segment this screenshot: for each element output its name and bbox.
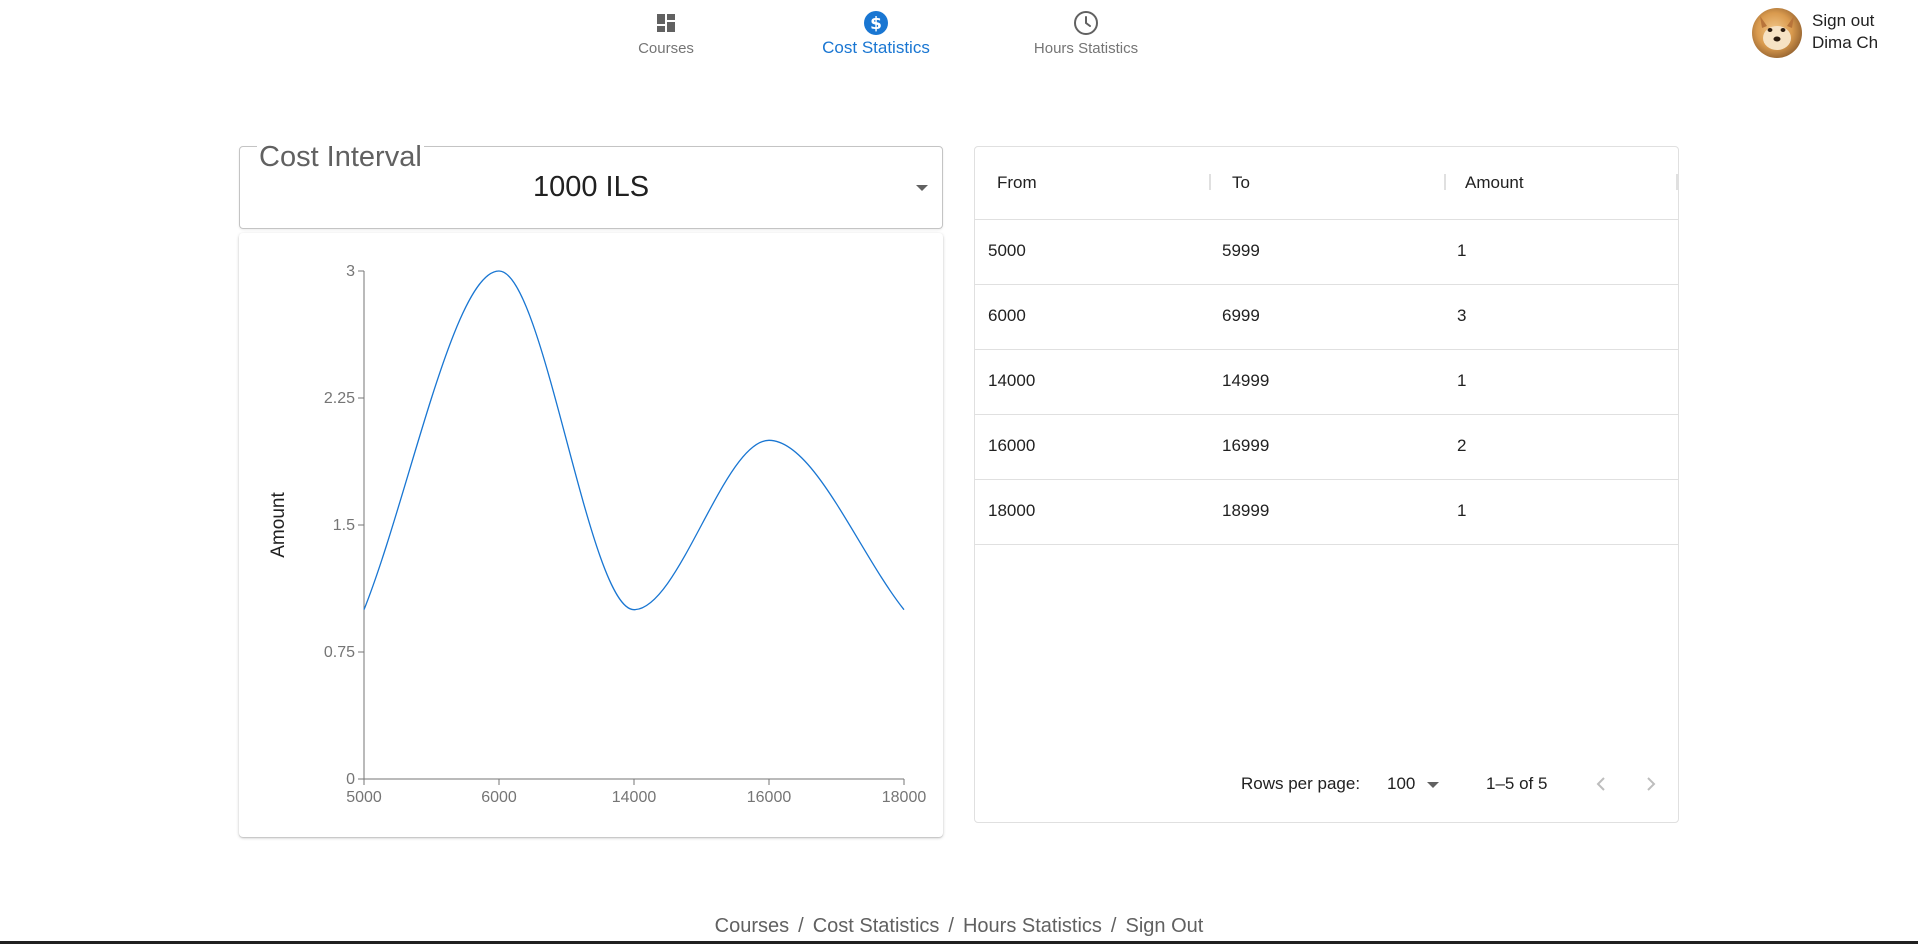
user-name: Dima Ch bbox=[1812, 33, 1879, 52]
breadcrumb-separator: / bbox=[948, 915, 954, 937]
cell-amount: 1 bbox=[1457, 501, 1467, 520]
y-axis-label: Amount bbox=[268, 492, 289, 558]
rows-per-page-select[interactable]: 100 bbox=[1387, 774, 1415, 794]
sign-out-link[interactable]: Sign out bbox=[1812, 10, 1878, 32]
y-tick-label: 0.75 bbox=[324, 644, 355, 661]
column-separator[interactable] bbox=[1209, 174, 1211, 190]
x-tick-label: 5000 bbox=[346, 789, 382, 806]
cell-from: 14000 bbox=[988, 371, 1036, 390]
chevron-left-icon bbox=[1596, 777, 1605, 791]
y-tick-label: 2.25 bbox=[324, 390, 355, 407]
dollar-icon: $ bbox=[863, 10, 889, 36]
breadcrumb-separator: / bbox=[798, 915, 804, 937]
nav-item-label: Courses bbox=[638, 40, 694, 57]
footer-link-hours-statistics[interactable]: Hours Statistics bbox=[963, 915, 1102, 937]
table-header: From To Amount bbox=[975, 147, 1678, 220]
nav-item-hours-statistics[interactable]: Hours Statistics bbox=[1021, 10, 1151, 60]
data-table: From To Amount 5000 5999 1 6000 6999 3 1… bbox=[974, 146, 1679, 823]
cell-to: 5999 bbox=[1222, 241, 1260, 260]
footer-link-courses[interactable]: Courses bbox=[715, 915, 789, 937]
cell-amount: 1 bbox=[1457, 241, 1467, 260]
cell-to: 16999 bbox=[1222, 436, 1270, 455]
x-tick-label: 18000 bbox=[882, 789, 927, 806]
cell-from: 16000 bbox=[988, 436, 1036, 455]
column-separator[interactable] bbox=[1676, 174, 1678, 190]
cell-to: 6999 bbox=[1222, 306, 1260, 325]
cost-interval-label: Cost Interval bbox=[257, 141, 424, 174]
cost-interval-select[interactable]: Cost Interval 1000 ILS bbox=[239, 141, 943, 229]
chevron-down-icon[interactable] bbox=[916, 185, 928, 191]
nav-item-cost-statistics[interactable]: $ Cost Statistics bbox=[811, 10, 941, 60]
cost-interval-value: 1000 ILS bbox=[532, 171, 650, 203]
cell-amount: 2 bbox=[1457, 436, 1467, 455]
y-tick-label: 3 bbox=[346, 263, 355, 280]
table-pagination: Rows per page: 100 1–5 of 5 bbox=[975, 762, 1678, 802]
avatar[interactable] bbox=[1752, 8, 1802, 58]
chevron-right-icon bbox=[1647, 777, 1656, 791]
cell-from: 6000 bbox=[988, 306, 1026, 325]
cell-to: 18999 bbox=[1222, 501, 1270, 520]
nav-item-label: Cost Statistics bbox=[822, 38, 930, 57]
pagination-range: 1–5 of 5 bbox=[1486, 774, 1548, 793]
svg-text:$: $ bbox=[870, 14, 882, 34]
next-page-button[interactable] bbox=[1637, 770, 1665, 798]
table-row[interactable]: 18000 18999 1 bbox=[975, 480, 1678, 545]
chevron-down-icon[interactable] bbox=[1427, 782, 1439, 788]
footer-breadcrumb: Courses / Cost Statistics / Hours Statistics… bbox=[0, 915, 1918, 938]
breadcrumb-separator: / bbox=[1110, 915, 1117, 937]
rows-per-page-label: Rows per page: bbox=[1241, 774, 1361, 793]
nav-item-label: Hours Statistics bbox=[1033, 40, 1139, 57]
table-row[interactable]: 6000 6999 3 bbox=[975, 285, 1678, 350]
column-header-to[interactable]: To bbox=[1232, 173, 1250, 193]
column-header-amount[interactable]: Amount bbox=[1465, 173, 1524, 193]
chart-card: 0 0.75 1.5 2.25 3 5000 6000 14000 16000 18000 Amo… bbox=[239, 233, 943, 837]
column-header-from[interactable]: From bbox=[997, 173, 1037, 193]
cell-amount: 3 bbox=[1457, 306, 1467, 325]
table-row[interactable]: 14000 14999 1 bbox=[975, 350, 1678, 415]
amount-line-chart: 0 0.75 1.5 2.25 3 5000 6000 14000 16000 18000 Amo… bbox=[268, 263, 927, 806]
nav-item-courses[interactable]: Courses bbox=[601, 10, 731, 60]
y-tick-label: 0 bbox=[346, 771, 355, 788]
x-tick-label: 6000 bbox=[481, 789, 517, 806]
dashboard-icon bbox=[653, 10, 679, 36]
clock-icon bbox=[1073, 10, 1099, 36]
footer-link-cost-statistics[interactable]: Cost Statistics bbox=[813, 915, 940, 937]
x-tick-label: 14000 bbox=[612, 789, 657, 806]
cell-amount: 1 bbox=[1457, 371, 1467, 390]
x-tick-label: 16000 bbox=[747, 789, 792, 806]
footer-link-sign-out[interactable]: Sign Out bbox=[1125, 915, 1203, 937]
dog-avatar-icon bbox=[1760, 16, 1794, 50]
cell-to: 14999 bbox=[1222, 371, 1270, 390]
table-row[interactable]: 16000 16999 2 bbox=[975, 415, 1678, 480]
table-row[interactable]: 5000 5999 1 bbox=[975, 220, 1678, 285]
cell-from: 18000 bbox=[988, 501, 1036, 520]
y-tick-label: 1.5 bbox=[333, 517, 355, 534]
user-area: Sign out Dima Ch bbox=[1752, 8, 1878, 58]
series-line bbox=[363, 270, 905, 611]
previous-page-button[interactable] bbox=[1587, 770, 1615, 798]
cell-from: 5000 bbox=[988, 241, 1026, 260]
column-separator[interactable] bbox=[1444, 174, 1446, 190]
